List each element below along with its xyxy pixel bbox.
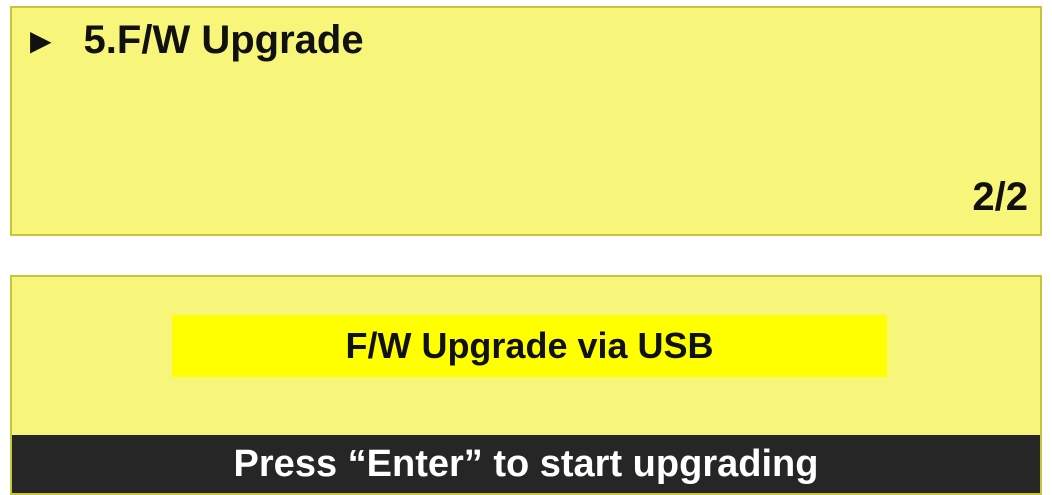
upgrade-title: F/W Upgrade via USB bbox=[172, 315, 887, 377]
enter-prompt-bar[interactable]: Press “Enter” to start upgrading bbox=[12, 435, 1040, 493]
selection-pointer-icon: ▶ bbox=[30, 24, 52, 56]
menu-item-fw-upgrade[interactable]: ▶ 5.F/W Upgrade bbox=[30, 18, 364, 63]
menu-item-label: 5.F/W Upgrade bbox=[83, 18, 364, 62]
lcd-screen-menu: ▶ 5.F/W Upgrade 2/2 bbox=[10, 6, 1042, 236]
lcd-screen-upgrade: F/W Upgrade via USB Press “Enter” to sta… bbox=[10, 275, 1042, 495]
page-indicator: 2/2 bbox=[972, 175, 1028, 219]
